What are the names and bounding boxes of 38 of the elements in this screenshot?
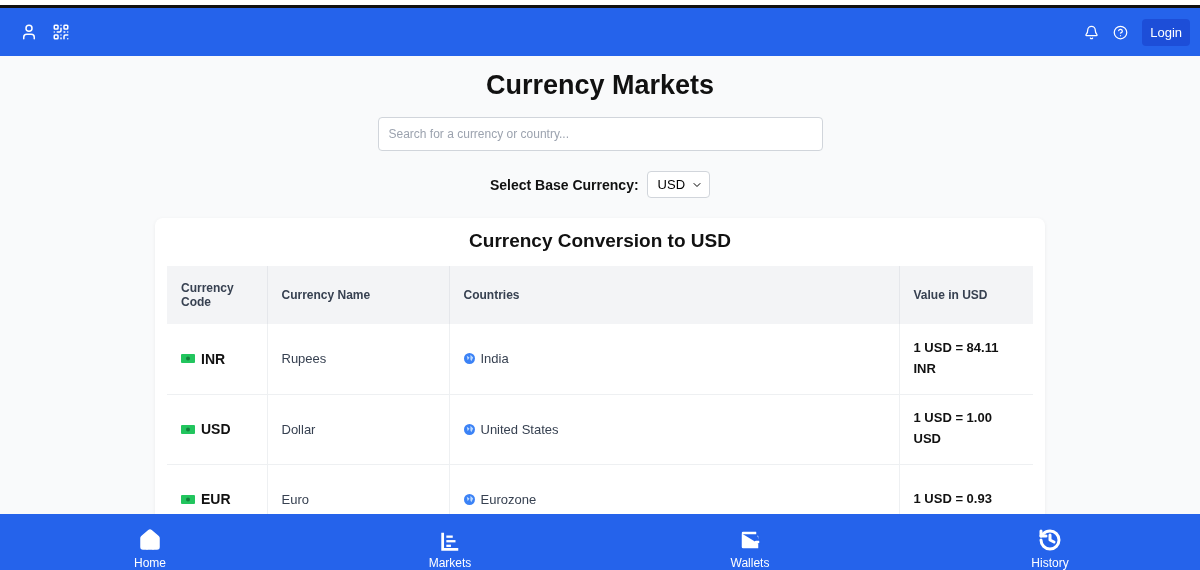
globe-icon bbox=[463, 353, 475, 365]
search-field[interactable]: Search for a currency or country... bbox=[377, 117, 823, 151]
globe-icon bbox=[463, 423, 475, 435]
notification-icon[interactable] bbox=[1084, 24, 1100, 40]
history-icon bbox=[1038, 528, 1062, 552]
globe-icon bbox=[463, 493, 475, 505]
qr-code-icon[interactable] bbox=[52, 23, 70, 41]
base-currency-select[interactable]: USD bbox=[646, 171, 711, 198]
cash-icon bbox=[181, 424, 195, 434]
table-cell: 1 USD = 1.00 USD bbox=[899, 394, 1033, 464]
country-name: Eurozone bbox=[480, 491, 537, 507]
column-header: Countries bbox=[449, 266, 899, 324]
nav-item[interactable]: Wallets bbox=[600, 514, 900, 570]
table-cell: 1 USD = 84.11 INR bbox=[899, 324, 1033, 394]
country-name: United States bbox=[480, 421, 559, 437]
nav-item[interactable]: Home bbox=[0, 514, 300, 570]
nav-item[interactable]: History bbox=[900, 514, 1200, 570]
card-title: Currency Conversion to USD bbox=[468, 230, 732, 252]
currency-code: EUR bbox=[201, 491, 231, 507]
home-icon bbox=[138, 528, 162, 552]
bar-list-icon bbox=[439, 530, 461, 552]
currency-code: USD bbox=[201, 421, 231, 437]
country-name: India bbox=[480, 351, 509, 367]
column-header: Currency Name bbox=[267, 266, 449, 324]
base-currency-label: Select Base Currency: bbox=[489, 176, 639, 193]
nav-item[interactable]: Markets bbox=[300, 514, 600, 570]
help-icon[interactable] bbox=[1113, 24, 1129, 40]
wallet-icon bbox=[738, 528, 762, 552]
user-icon[interactable] bbox=[20, 23, 38, 41]
cash-icon bbox=[181, 354, 195, 364]
page-title: Currency Markets bbox=[485, 70, 715, 101]
table-cell: Dollar bbox=[267, 394, 449, 464]
column-header: Value in USD bbox=[899, 266, 1033, 324]
currency-code: INR bbox=[201, 350, 226, 367]
table-cell: Rupees bbox=[267, 324, 449, 394]
column-header: Currency Code bbox=[167, 266, 267, 324]
cash-icon bbox=[181, 494, 195, 504]
login-button[interactable]: Login bbox=[1142, 18, 1190, 46]
